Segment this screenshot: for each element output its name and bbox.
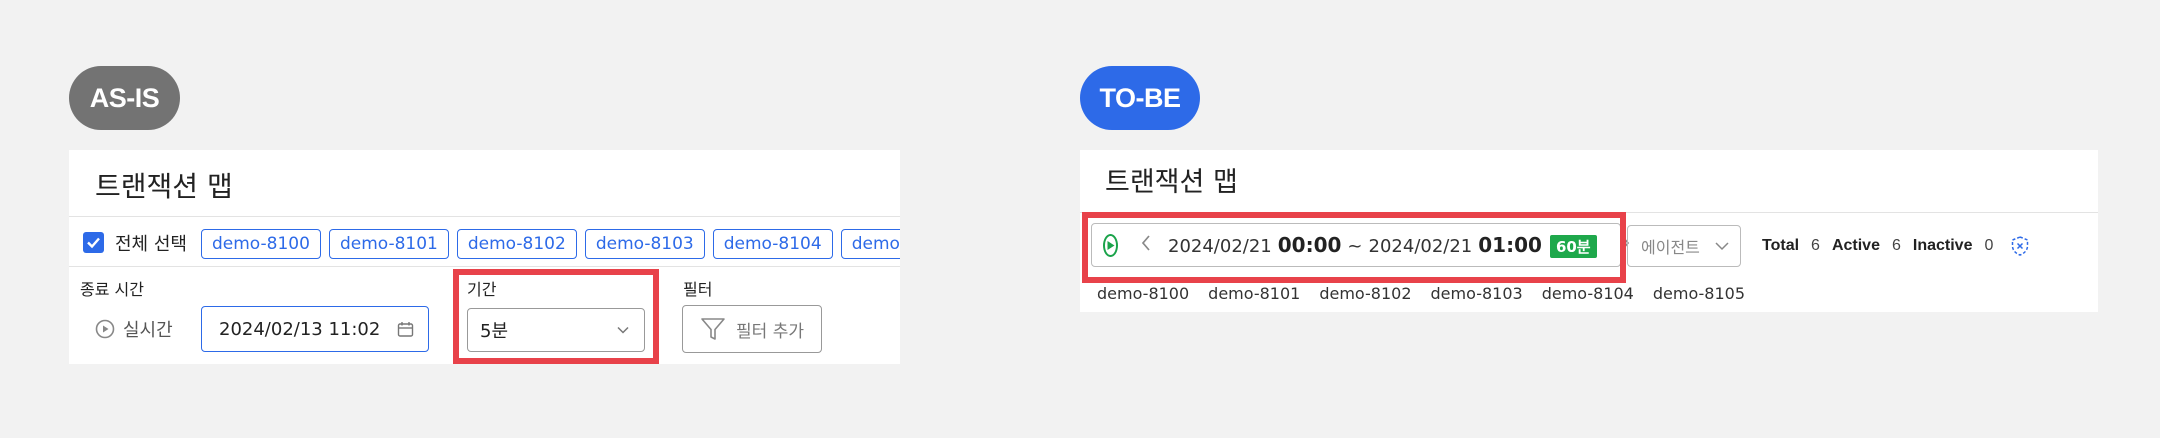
- select-all-label: 전체 선택: [115, 234, 187, 255]
- agent-select[interactable]: 에이전트: [1627, 225, 1741, 267]
- to-be-badge: TO-BE: [1080, 66, 1200, 130]
- realtime-toggle[interactable]: 실시간: [95, 316, 173, 342]
- play-circle-icon: [95, 319, 115, 339]
- agent-status-icon[interactable]: [2011, 236, 2029, 256]
- check-icon: [87, 237, 100, 249]
- inactive-count: 0: [1984, 237, 1994, 254]
- end-date-input[interactable]: 2024/02/13 11:02: [201, 306, 429, 352]
- divider: [69, 266, 900, 267]
- agent-item[interactable]: demo-8100: [1097, 284, 1189, 303]
- agent-chip-list: demo-8100 demo-8101 demo-8102 demo-8103 …: [201, 229, 900, 259]
- page-title: 트랜잭션 맵: [95, 170, 233, 203]
- agent-chip[interactable]: demo-8101: [328, 229, 449, 259]
- as-is-panel: 트랜잭션 맵 전체 선택 demo-8100 demo-8101 demo-81…: [69, 150, 900, 364]
- agent-chip[interactable]: demo-8100: [201, 229, 321, 259]
- agent-item[interactable]: demo-8103: [1431, 284, 1523, 303]
- agent-item[interactable]: demo-8105: [1653, 284, 1745, 303]
- filter-label: 필터: [683, 280, 713, 299]
- add-filter-button[interactable]: 필터 추가: [682, 305, 822, 353]
- end-time-label: 종료 시간: [80, 280, 144, 299]
- end-date-value: 2024/02/13 11:02: [219, 318, 381, 340]
- total-count: 6: [1811, 237, 1820, 254]
- page-title: 트랜잭션 맵: [1105, 167, 1238, 198]
- highlight-box: [453, 269, 659, 364]
- agent-chip[interactable]: demo-8104: [712, 229, 833, 259]
- as-is-badge: AS-IS: [69, 66, 180, 130]
- realtime-label: 실시간: [123, 320, 173, 341]
- calendar-icon: [397, 321, 414, 337]
- agent-chip[interactable]: demo-8103: [584, 229, 705, 259]
- highlight-box: [1082, 212, 1626, 283]
- total-label: Total: [1762, 237, 1800, 254]
- active-count: 6: [1891, 237, 1901, 254]
- agent-item[interactable]: demo-8101: [1208, 284, 1300, 303]
- add-filter-label: 필터 추가: [736, 321, 804, 342]
- divider: [69, 216, 900, 217]
- agent-chip[interactable]: demo-8105: [840, 229, 900, 259]
- funnel-icon: [701, 318, 725, 340]
- active-label: Active: [1831, 237, 1880, 254]
- agent-select-label: 에이전트: [1641, 238, 1700, 257]
- select-all-checkbox[interactable]: [83, 232, 104, 253]
- inactive-label: Inactive: [1912, 237, 1973, 254]
- agent-item[interactable]: demo-8104: [1542, 284, 1634, 303]
- agent-chip[interactable]: demo-8102: [456, 229, 577, 259]
- agent-stats: Total 6 Active 6 Inactive 0: [1762, 236, 2029, 256]
- chevron-down-icon: [1715, 242, 1729, 251]
- agent-list: demo-8100 demo-8101 demo-8102 demo-8103 …: [1097, 284, 1745, 303]
- agent-item[interactable]: demo-8102: [1319, 284, 1411, 303]
